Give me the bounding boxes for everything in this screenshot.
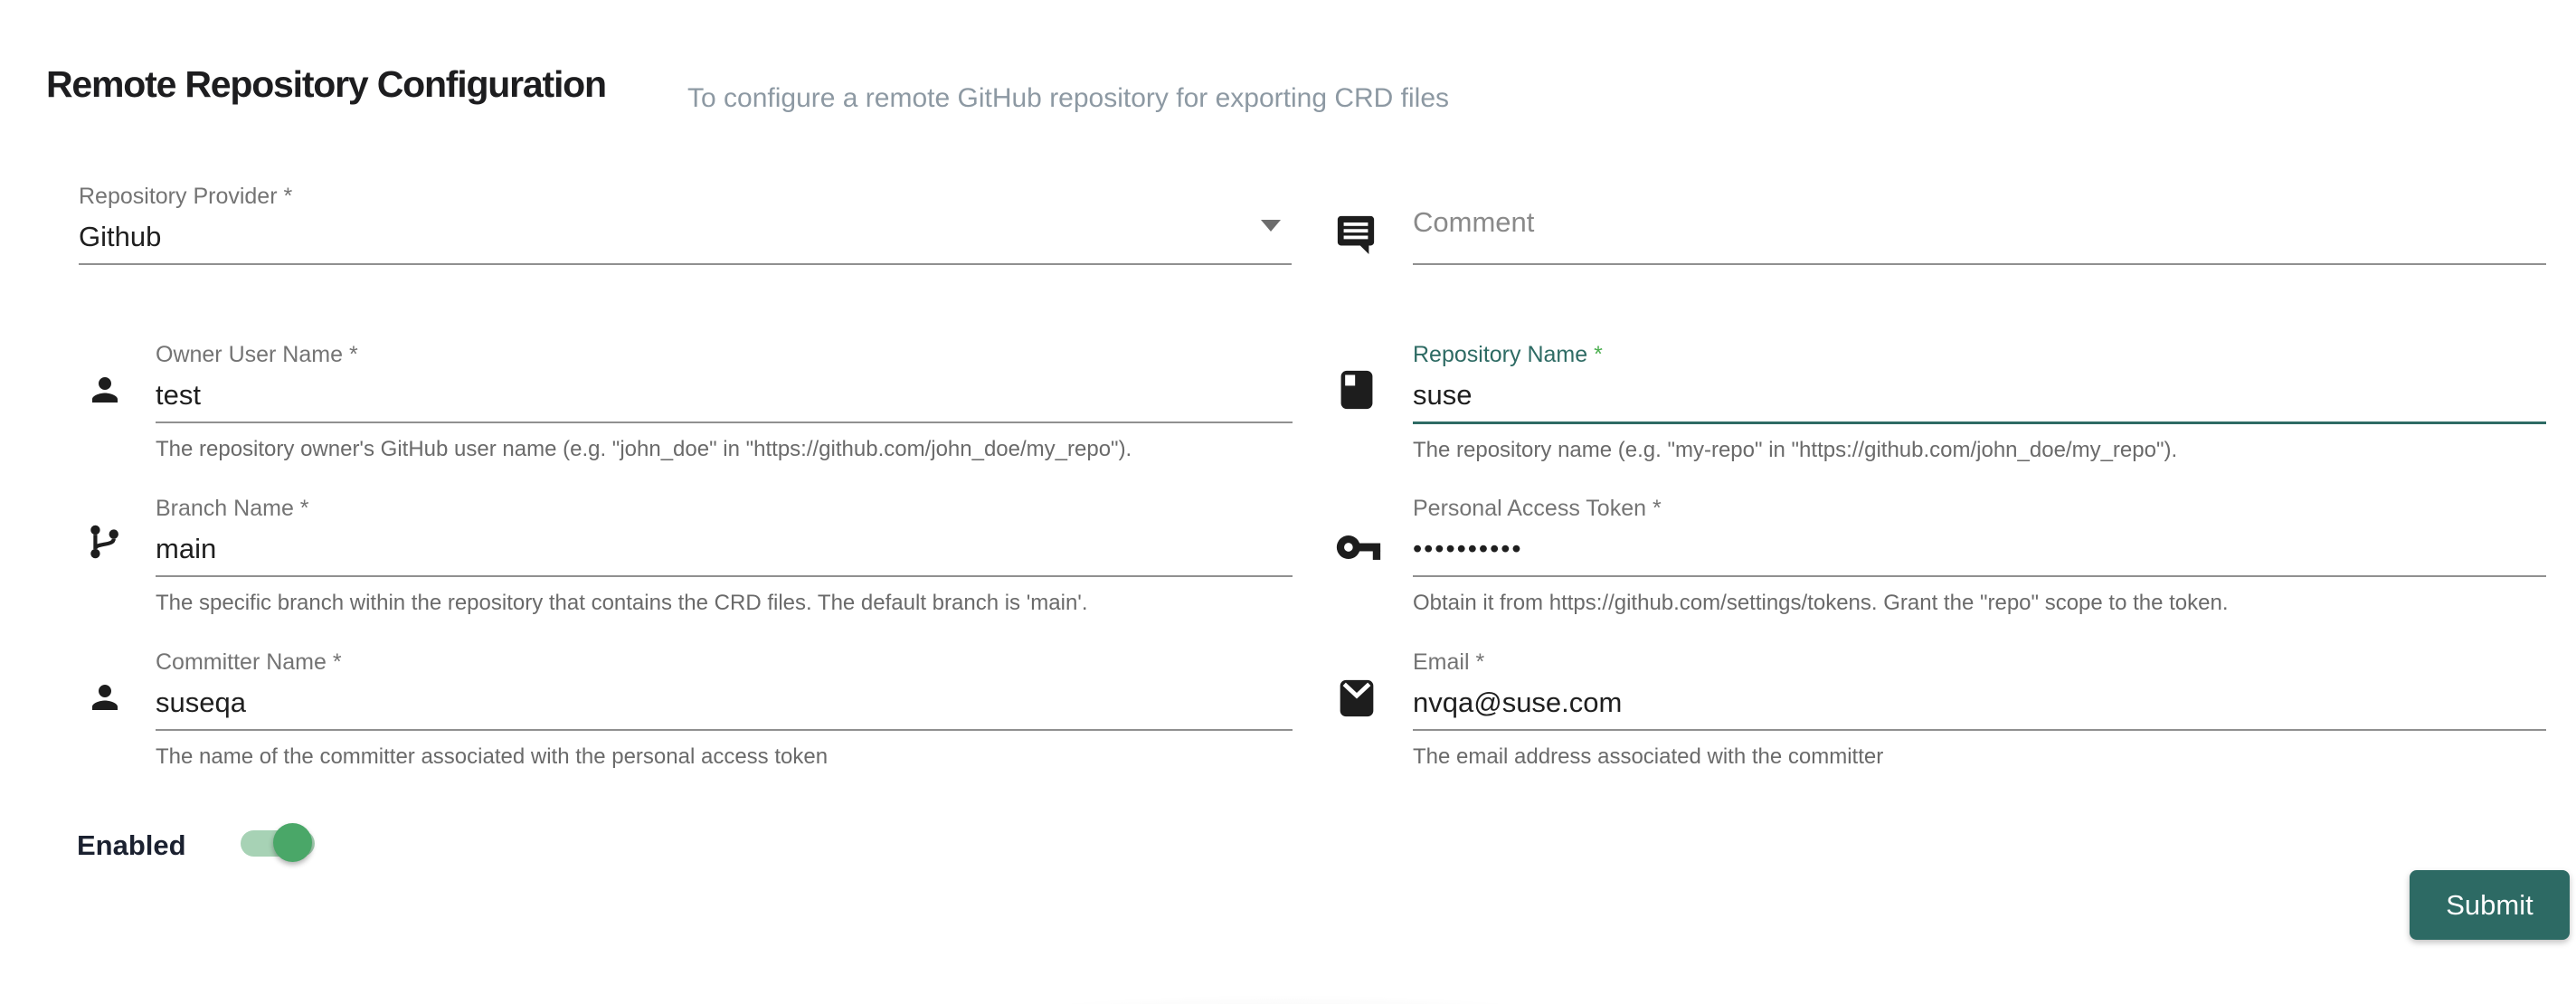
email-field[interactable]: Email * nvqa@suse.com The email address …: [1413, 648, 2546, 770]
owner-username-label: Owner User Name *: [156, 340, 1293, 369]
repository-name-label: Repository Name *: [1413, 340, 2546, 369]
email-icon: [1337, 678, 1377, 718]
page-subtitle: To configure a remote GitHub repository …: [687, 83, 1449, 114]
toggle-knob: [273, 823, 312, 862]
key-icon: [1335, 530, 1382, 564]
repository-provider-select[interactable]: Repository Provider * Github: [79, 182, 1292, 265]
committer-name-label: Committer Name *: [156, 648, 1293, 677]
chevron-down-icon: [1261, 220, 1281, 232]
comment-input[interactable]: Comment: [1413, 182, 2546, 265]
git-branch-icon: [83, 521, 125, 563]
submit-button[interactable]: Submit: [2410, 870, 2570, 940]
page-title: Remote Repository Configuration: [46, 63, 606, 106]
person-icon: [86, 371, 124, 409]
person-icon: [86, 678, 124, 716]
branch-name-field[interactable]: Branch Name * main The specific branch w…: [156, 494, 1293, 616]
personal-access-token-value: ••••••••••: [1413, 535, 1523, 564]
repository-icon: [1337, 369, 1377, 411]
owner-username-hint: The repository owner's GitHub user name …: [156, 437, 1293, 462]
bottom-shade: [742, 948, 1827, 1004]
committer-name-field[interactable]: Committer Name * suseqa The name of the …: [156, 648, 1293, 770]
repository-provider-value: Github: [79, 221, 161, 253]
repository-name-value: suse: [1413, 379, 1472, 412]
committer-name-hint: The name of the committer associated wit…: [156, 744, 1293, 770]
owner-username-field[interactable]: Owner User Name * test The repository ow…: [156, 340, 1293, 462]
email-hint: The email address associated with the co…: [1413, 744, 2546, 770]
personal-access-token-field[interactable]: Personal Access Token * •••••••••• Obtai…: [1413, 494, 2546, 616]
enabled-label: Enabled: [77, 829, 186, 862]
repository-name-hint: The repository name (e.g. "my-repo" in "…: [1413, 438, 2546, 463]
owner-username-value: test: [156, 379, 201, 412]
comment-placeholder: Comment: [1413, 206, 1534, 239]
comment-icon: [1335, 213, 1377, 255]
branch-name-hint: The specific branch within the repositor…: [156, 591, 1293, 616]
remote-repository-configuration-page: Remote Repository Configuration To confi…: [0, 0, 2576, 1004]
repository-provider-label: Repository Provider *: [79, 182, 1292, 211]
enabled-toggle[interactable]: [241, 823, 315, 863]
branch-name-label: Branch Name *: [156, 494, 1293, 523]
repository-name-field[interactable]: Repository Name * suse The repository na…: [1413, 340, 2546, 463]
email-value: nvqa@suse.com: [1413, 687, 1622, 719]
committer-name-value: suseqa: [156, 687, 246, 719]
branch-name-value: main: [156, 533, 216, 565]
email-label: Email *: [1413, 648, 2546, 677]
personal-access-token-hint: Obtain it from https://github.com/settin…: [1413, 591, 2546, 616]
required-asterisk: *: [1594, 342, 1603, 367]
personal-access-token-label: Personal Access Token *: [1413, 494, 2546, 523]
